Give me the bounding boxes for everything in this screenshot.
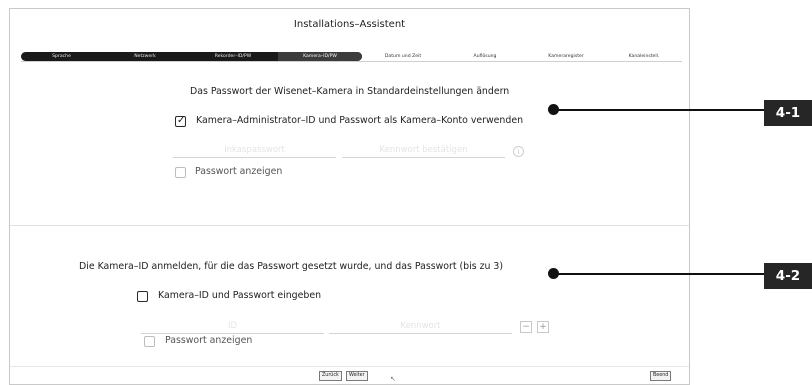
next-button[interactable]: Weiter	[346, 371, 368, 381]
mouse-cursor-icon: ↖	[390, 375, 396, 383]
callout-badge-4-2: 4-2	[764, 263, 812, 289]
section1-heading: Das Passwort der Wisenet–Kamera in Stand…	[190, 86, 510, 97]
step-track-line	[21, 61, 682, 62]
back-button[interactable]: Zurück	[319, 371, 342, 381]
step-kanaleinstell[interactable]: Kanaleinstell.	[606, 52, 682, 61]
step-rekorder-id-pw[interactable]: Rekorder–ID/PW	[188, 52, 278, 61]
show-password-label-2[interactable]: Passwort anzeigen	[165, 335, 252, 346]
wizard-step-bar: Sprache Netzwerk Rekorder–ID/PW Kamera–I…	[21, 52, 682, 62]
camera-id-field[interactable]: ID	[141, 319, 324, 334]
end-button[interactable]: Beend	[650, 371, 672, 381]
checkmark-icon: ✓	[177, 115, 186, 126]
footer-divider	[10, 366, 689, 367]
use-admin-checkbox-label[interactable]: Kamera–Administrator–ID und Passwort als…	[196, 115, 523, 126]
show-password-label-1[interactable]: Passwort anzeigen	[195, 166, 282, 177]
wizard-title: Installations–Assistent	[293, 19, 406, 30]
use-admin-checkbox[interactable]: ✓	[175, 115, 186, 127]
callout-line-4-1	[558, 109, 764, 111]
step-aufloesung[interactable]: Auflösung	[444, 52, 526, 61]
show-password-checkbox-2[interactable]	[144, 336, 155, 347]
show-password-checkbox-1[interactable]	[175, 167, 186, 178]
section2-heading: Die Kamera–ID anmelden, für die das Pass…	[79, 261, 504, 272]
step-datum-und-zeit[interactable]: Datum und Zeit	[362, 52, 444, 61]
callout-line-4-2	[558, 273, 764, 275]
step-kamera-id-pw[interactable]: Kamera–ID/PW	[278, 52, 362, 61]
info-icon[interactable]: i	[513, 146, 524, 157]
add-entry-button[interactable]: +	[537, 321, 549, 333]
installation-wizard-window: Installations–Assistent Sprache Netzwerk…	[9, 8, 690, 385]
enter-camera-id-label[interactable]: Kamera–ID und Passwort eingeben	[158, 290, 321, 301]
enter-camera-id-checkbox[interactable]	[137, 291, 148, 302]
remove-entry-button[interactable]: −	[520, 321, 532, 333]
section-divider	[10, 225, 689, 226]
callout-badge-4-1: 4-1	[764, 100, 812, 126]
step-sprache[interactable]: Sprache	[21, 52, 102, 61]
confirm-password-field[interactable]: Kennwort bestätigen	[342, 143, 505, 158]
step-kameraregister[interactable]: Kameraregister	[526, 52, 606, 61]
step-netzwerk[interactable]: Netzwerk	[102, 52, 188, 61]
camera-password-field[interactable]: Kennwort	[329, 319, 512, 334]
new-password-field[interactable]: Inkaspasswort	[173, 143, 336, 158]
